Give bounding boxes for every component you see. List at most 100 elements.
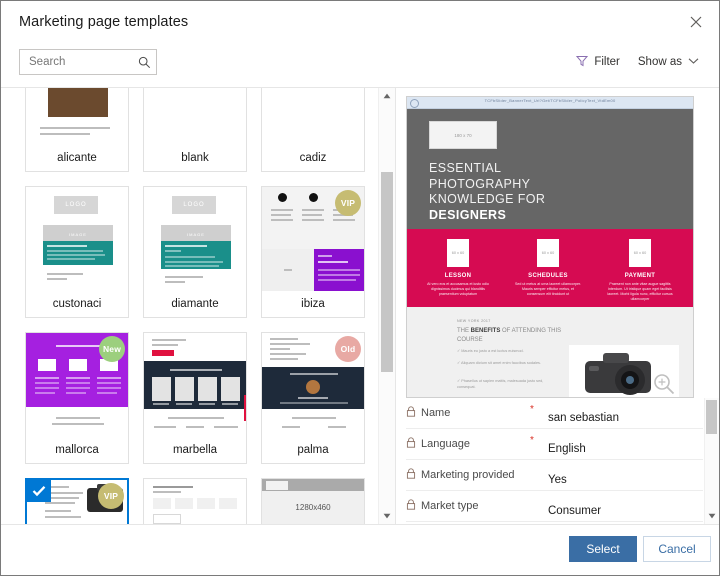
template-card-blank[interactable]: blank bbox=[143, 88, 247, 172]
image-placeholder: 60 x 60 bbox=[629, 239, 651, 267]
magnifier-zoom-icon[interactable] bbox=[653, 373, 675, 395]
badge-vip: VIP bbox=[335, 190, 361, 216]
property-row-marketing-provided[interactable]: Marketing provided Yes bbox=[406, 460, 703, 491]
template-thumbnail: LOGO IMAGE bbox=[26, 187, 128, 291]
template-name: marbella bbox=[144, 437, 246, 463]
image-placeholder: 60 x 60 bbox=[537, 239, 559, 267]
gallery-scrollbar[interactable] bbox=[378, 88, 395, 524]
preview-column-schedules: 60 x 60 SCHEDULES Sed ut metus at urna l… bbox=[505, 239, 591, 297]
headline-line-1: ESSENTIAL bbox=[429, 161, 502, 175]
properties-scrollbar-thumb[interactable] bbox=[706, 400, 717, 434]
template-gallery-panel: alicante blank cadiz LOGO IMAGE custonac… bbox=[1, 87, 395, 524]
dialog-footer: Select Cancel bbox=[1, 524, 719, 575]
preview-column-lesson: 60 x 60 LESSON At vero eos et accusamus … bbox=[415, 239, 501, 297]
template-name: palma bbox=[262, 437, 364, 463]
property-label: Market type bbox=[406, 499, 526, 513]
preview-bullet-1: ✓ Mauris eu justo a est luctus euismod. bbox=[457, 349, 524, 353]
headline-bold: DESIGNERS bbox=[429, 207, 507, 222]
scroll-down-arrow-icon[interactable] bbox=[705, 510, 718, 522]
filter-label: Filter bbox=[594, 56, 620, 68]
property-row-name[interactable]: Name * san sebastian bbox=[406, 398, 703, 429]
template-card-palma[interactable]: Old palma bbox=[261, 332, 365, 464]
toolbar-actions: Filter Show as bbox=[570, 50, 705, 74]
template-thumbnail bbox=[144, 88, 246, 145]
preview-titlebar-text: TCFbSlider_BannerText_Url?Get/TCFbSlider… bbox=[484, 98, 616, 103]
template-card-sitges[interactable]: sitges bbox=[143, 478, 247, 524]
preview-benefits-heading: THE BENEFITS OF ATTENDING THIS COURSE bbox=[457, 327, 567, 344]
scroll-up-arrow-icon[interactable] bbox=[379, 88, 395, 104]
preview-benefits-section: NEW YORK 2017 THE BENEFITS OF ATTENDING … bbox=[407, 307, 693, 397]
search-icon[interactable] bbox=[133, 56, 156, 69]
template-card-diamante[interactable]: LOGO IMAGE diamante bbox=[143, 186, 247, 318]
selected-checkmark-icon bbox=[27, 480, 51, 502]
template-card-san-sebastian[interactable]: VIP san sebastian bbox=[25, 478, 129, 524]
template-thumbnail bbox=[262, 88, 364, 145]
preview-kicker: NEW YORK 2017 bbox=[457, 319, 491, 323]
property-value: Yes bbox=[548, 474, 567, 486]
show-as-button[interactable]: Show as bbox=[632, 50, 705, 74]
preview-panel: TCFbSlider_BannerText_Url?Get/TCFbSlider… bbox=[395, 87, 719, 524]
search-box[interactable] bbox=[19, 49, 157, 75]
logo-placeholder: LOGO bbox=[172, 196, 216, 214]
column-title: LESSON bbox=[444, 273, 472, 279]
lock-icon bbox=[406, 406, 416, 420]
template-card-mallorca[interactable]: New mallorca bbox=[25, 332, 129, 464]
template-thumbnail: 1280x460 bbox=[262, 479, 364, 524]
preview-column-payment: 60 x 60 PAYMENT Praesent non ante vitae … bbox=[597, 239, 683, 302]
filter-button[interactable]: Filter bbox=[570, 50, 626, 74]
dialog-header: Marketing page templates bbox=[1, 1, 719, 47]
template-name: blank bbox=[144, 145, 246, 171]
preview-logo-placeholder: 180 x 70 bbox=[429, 121, 497, 149]
preview-titlebar: TCFbSlider_BannerText_Url?Get/TCFbSlider… bbox=[407, 97, 693, 109]
required-marker: * bbox=[530, 404, 534, 415]
column-text: Sed ut metus at urna laoreet ullamcorper… bbox=[515, 282, 581, 296]
template-preview[interactable]: TCFbSlider_BannerText_Url?Get/TCFbSlider… bbox=[406, 96, 694, 398]
template-name: cadiz bbox=[262, 145, 364, 171]
select-button[interactable]: Select bbox=[569, 536, 637, 562]
template-grid: alicante blank cadiz LOGO IMAGE custonac… bbox=[1, 88, 379, 524]
property-label-text: Market type bbox=[421, 500, 479, 512]
template-properties: Name * san sebastian Language * English … bbox=[406, 398, 703, 524]
column-text: Praesent non ante vitae augue sagittis i… bbox=[607, 282, 673, 301]
template-name: mallorca bbox=[26, 437, 128, 463]
template-gallery: alicante blank cadiz LOGO IMAGE custonac… bbox=[1, 88, 379, 524]
property-row-language[interactable]: Language * English bbox=[406, 429, 703, 460]
struct-overlay-text: 1280x460 bbox=[295, 503, 331, 512]
benefits-bold: BENEFITS bbox=[470, 328, 501, 334]
properties-scrollbar[interactable] bbox=[704, 398, 719, 524]
property-label: Marketing provided bbox=[406, 468, 526, 482]
lock-icon bbox=[406, 437, 416, 451]
template-card-cadiz[interactable]: cadiz bbox=[261, 88, 365, 172]
toolbar: Filter Show as bbox=[1, 47, 719, 87]
property-value: Consumer bbox=[548, 505, 602, 517]
column-text: At vero eos et accusamus et iusto odio d… bbox=[427, 282, 489, 296]
preview-hero: 180 x 70 ESSENTIAL PHOTOGRAPHY KNOWLEDGE… bbox=[407, 109, 693, 229]
template-card-ibiza[interactable]: VIP ibiza bbox=[261, 186, 365, 318]
template-card-marbella[interactable]: marbella bbox=[143, 332, 247, 464]
image-placeholder: IMAGE bbox=[69, 231, 87, 237]
preview-bullet-2: ✓ Aliquam dictum sit amet enim faucibus … bbox=[457, 361, 542, 365]
bullet-text: Phasellus ut sapien mattis, malesuada ju… bbox=[457, 379, 544, 389]
gallery-scrollbar-thumb[interactable] bbox=[381, 172, 393, 372]
image-placeholder: IMAGE bbox=[187, 231, 205, 237]
template-name: custonaci bbox=[26, 291, 128, 317]
scroll-down-arrow-icon[interactable] bbox=[379, 508, 395, 524]
preview-bullet-3: ✓ Phasellus ut sapien mattis, malesuada … bbox=[457, 379, 544, 389]
property-label: Language bbox=[406, 437, 526, 451]
filter-funnel-icon bbox=[576, 55, 589, 70]
template-card-alicante[interactable]: alicante bbox=[25, 88, 129, 172]
search-input[interactable] bbox=[20, 50, 133, 74]
template-thumbnail: LOGO IMAGE bbox=[144, 187, 246, 291]
close-button[interactable] bbox=[679, 7, 713, 37]
template-thumbnail bbox=[26, 88, 128, 145]
cancel-button[interactable]: Cancel bbox=[643, 536, 711, 562]
template-card-struct-1[interactable]: 1280x460 struct-1 bbox=[261, 478, 365, 524]
property-value: English bbox=[548, 443, 586, 455]
property-row-market-type[interactable]: Market type Consumer bbox=[406, 491, 703, 522]
template-card-custonaci[interactable]: LOGO IMAGE custonaci bbox=[25, 186, 129, 318]
page-title: Marketing page templates bbox=[19, 14, 189, 30]
badge-vip: VIP bbox=[98, 483, 124, 509]
template-name: diamante bbox=[144, 291, 246, 317]
show-as-label: Show as bbox=[637, 56, 682, 68]
headline-line-3: KNOWLEDGE FOR bbox=[429, 192, 546, 206]
